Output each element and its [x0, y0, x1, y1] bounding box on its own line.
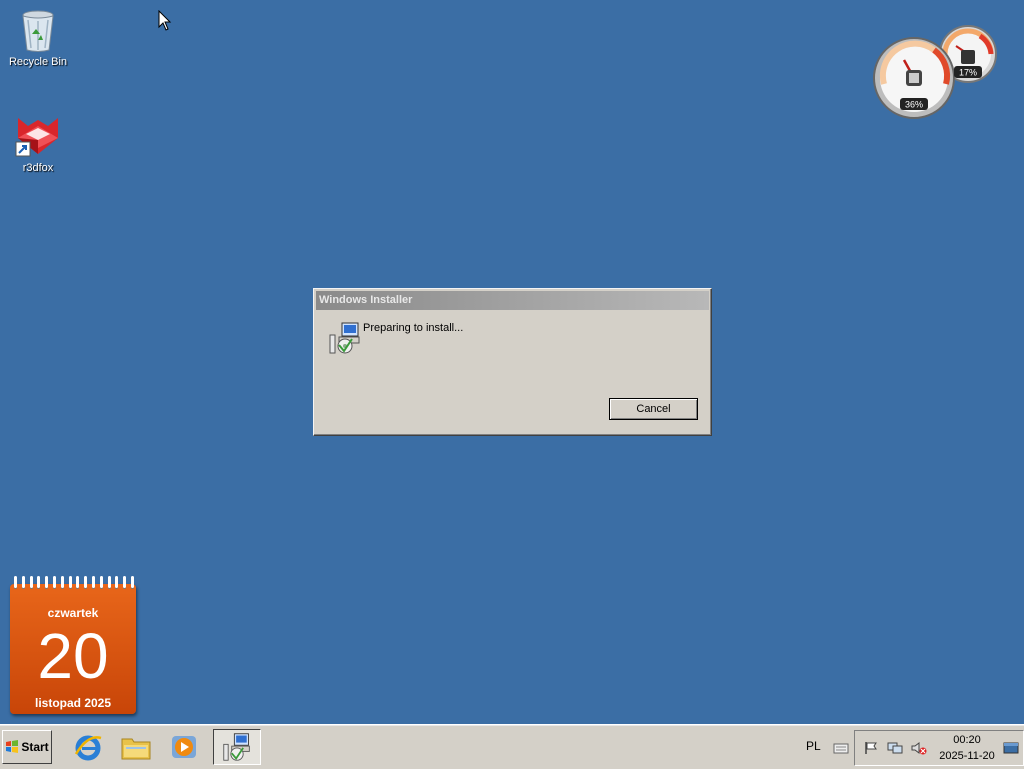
calendar-gadget[interactable]: czwartek 20 listopad 2025 [10, 576, 136, 714]
dialog-message: Preparing to install... [363, 322, 464, 334]
installer-dialog: Windows Installer Preparing to install..… [313, 288, 712, 436]
r3dfox-shortcut[interactable]: r3dfox [0, 112, 76, 174]
start-button[interactable]: Start [2, 730, 52, 764]
calendar-rings [14, 576, 134, 590]
media-player-icon[interactable] [166, 730, 202, 764]
recycle-bin-label: Recycle Bin [8, 56, 68, 68]
volume-muted-icon[interactable] [911, 741, 927, 755]
clock-time[interactable]: 00:20 [937, 734, 997, 746]
cpu-usage-value: 36% [905, 100, 923, 110]
memory-usage-value: 17% [959, 68, 977, 78]
installer-icon [328, 321, 362, 355]
calendar-page: czwartek 20 listopad 2025 [10, 584, 136, 714]
flag-icon[interactable] [863, 741, 879, 755]
calendar-day: 20 [37, 620, 109, 692]
windows-logo-icon [6, 740, 19, 753]
start-label: Start [21, 740, 49, 754]
network-icon[interactable] [887, 741, 903, 755]
system-tray: 00:20 2025-11-20 [833, 730, 1024, 766]
explorer-icon[interactable] [118, 730, 154, 764]
cpu-meter-gadget[interactable]: 36% 17% [872, 24, 1002, 120]
recycle-bin-icon [14, 6, 62, 54]
calendar-weekday: czwartek [47, 606, 99, 620]
r3dfox-label: r3dfox [22, 162, 54, 174]
installer-icon [223, 733, 250, 761]
calendar-month-year: listopad 2025 [34, 696, 112, 710]
taskbar-installer-button[interactable] [213, 729, 261, 765]
keyboard-icon[interactable] [833, 741, 849, 755]
dialog-title-bar[interactable]: Windows Installer [316, 291, 709, 310]
cancel-button[interactable]: Cancel [609, 398, 698, 420]
show-desktop-icon[interactable] [1003, 741, 1019, 755]
recycle-bin[interactable]: Recycle Bin [0, 6, 76, 68]
internet-explorer-icon[interactable] [70, 730, 106, 764]
r3dfox-icon [14, 112, 62, 160]
taskbar: Start PL 00:20 2025-11-20 [0, 724, 1024, 769]
mouse-cursor-icon [158, 10, 172, 31]
clock-date[interactable]: 2025-11-20 [937, 750, 997, 762]
language-indicator[interactable]: PL [806, 739, 821, 753]
